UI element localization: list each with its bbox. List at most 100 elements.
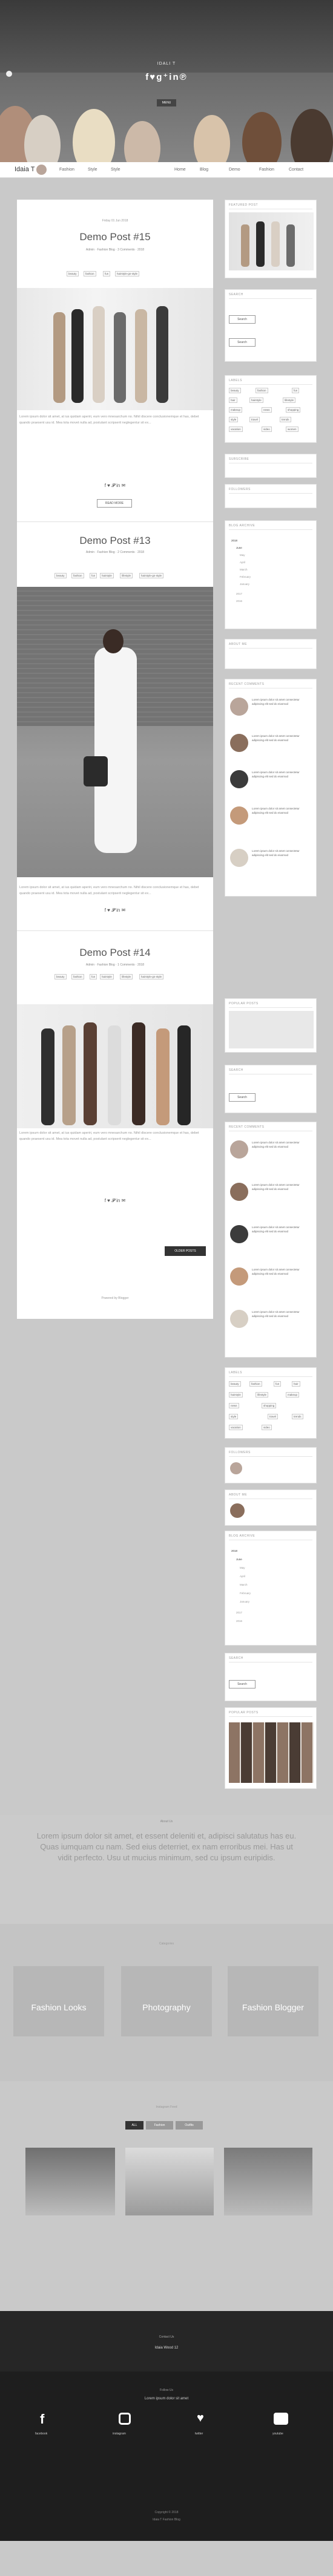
linkedin-icon[interactable]: in xyxy=(169,72,179,82)
label-tag[interactable]: hairstyle-gn-style xyxy=(139,974,164,979)
menu-button[interactable]: MENU xyxy=(157,99,176,106)
label-tag[interactable]: beauty xyxy=(229,388,241,393)
label-tag[interactable]: video xyxy=(262,1425,272,1430)
nav-item[interactable]: Contact xyxy=(289,168,303,172)
label-tag[interactable]: trends xyxy=(280,417,291,422)
category-card[interactable]: Photography xyxy=(121,1966,212,2036)
post-image[interactable] xyxy=(17,1004,213,1128)
read-more-button[interactable]: READ MORE xyxy=(97,499,132,508)
search-button[interactable]: Search xyxy=(229,338,256,347)
archive-item[interactable]: May xyxy=(240,554,245,557)
google-plus-icon[interactable]: g⁺ xyxy=(156,72,169,82)
label-tag[interactable]: news xyxy=(262,407,272,413)
gallery-grid[interactable] xyxy=(229,1722,314,1783)
label-tag[interactable]: fashion xyxy=(249,1381,262,1387)
featured-image[interactable] xyxy=(229,212,314,270)
label-tag[interactable]: fashion xyxy=(71,974,84,979)
label-tag[interactable]: makeup xyxy=(229,407,243,413)
archive-item[interactable]: May xyxy=(240,1566,245,1569)
archive-item[interactable]: February xyxy=(240,575,251,578)
archive-item[interactable]: June xyxy=(236,546,242,549)
label-tag[interactable]: trends xyxy=(292,1414,303,1419)
archive-item[interactable]: April xyxy=(240,561,245,564)
label-tag[interactable]: hairstyle xyxy=(100,573,114,578)
label-tag[interactable]: style xyxy=(229,1414,239,1419)
label-tag[interactable]: shopping xyxy=(262,1403,277,1408)
search-button[interactable]: Search xyxy=(229,1680,256,1688)
label-tag[interactable]: fun xyxy=(90,974,97,979)
nav-item[interactable]: Style xyxy=(88,168,97,172)
archive-item[interactable]: 2016 xyxy=(236,600,242,603)
insta-photo[interactable] xyxy=(125,2148,214,2215)
label-tag[interactable]: hairstyle-gn-style xyxy=(115,271,140,276)
archive-item[interactable]: March xyxy=(240,568,248,571)
post-image[interactable] xyxy=(17,288,213,410)
facebook-icon[interactable]: f xyxy=(40,2411,44,2427)
archive-item[interactable]: 2016 xyxy=(236,1620,242,1623)
search-button[interactable]: Search xyxy=(229,1093,256,1102)
label-tag[interactable]: vacation xyxy=(229,427,243,432)
nav-item[interactable]: Home xyxy=(174,168,186,172)
twitter-icon[interactable]: ♥ xyxy=(197,2411,204,2425)
label-tag[interactable]: beauty xyxy=(229,1381,241,1387)
label-tag[interactable]: fashion xyxy=(256,388,268,393)
label-tag[interactable]: hair xyxy=(292,1381,300,1387)
older-posts-button[interactable]: OLDER POSTS xyxy=(165,1246,206,1256)
label-tag[interactable]: video xyxy=(262,427,272,432)
category-card[interactable]: Fashion Blogger xyxy=(228,1966,318,2036)
label-tag[interactable]: women xyxy=(286,427,298,432)
label-tag[interactable]: hairstyle xyxy=(249,397,263,403)
label-tag[interactable]: travel xyxy=(249,417,260,422)
label-tag[interactable]: beauty xyxy=(54,974,67,979)
label-tag[interactable]: hair xyxy=(229,397,237,403)
post-title[interactable]: Demo Post #15 xyxy=(17,231,213,243)
label-tag[interactable]: beauty xyxy=(54,573,67,578)
twitter-icon[interactable]: ♥ xyxy=(150,72,156,82)
archive-item[interactable]: 2017 xyxy=(236,1611,242,1614)
instagram-icon[interactable] xyxy=(119,2413,131,2425)
label-tag[interactable]: beauty xyxy=(67,271,79,276)
archive-item[interactable]: 2018 xyxy=(231,539,237,542)
category-card[interactable]: Fashion Looks xyxy=(13,1966,104,2036)
label-tag[interactable]: style xyxy=(229,417,239,422)
youtube-icon[interactable] xyxy=(274,2413,288,2425)
nav-item[interactable]: Style xyxy=(111,168,120,172)
label-tag[interactable]: hairstyle-gn-style xyxy=(139,573,164,578)
label-tag[interactable]: lifestyle xyxy=(120,974,133,979)
archive-item[interactable]: 2017 xyxy=(236,592,242,595)
nav-item[interactable]: Fashion xyxy=(259,168,274,172)
label-tag[interactable]: fun xyxy=(90,573,97,578)
label-tag[interactable]: hairstyle xyxy=(229,1392,243,1398)
filter-tab[interactable]: Outfits xyxy=(176,2121,203,2130)
label-tag[interactable]: vacation xyxy=(229,1425,243,1430)
archive-item[interactable]: January xyxy=(240,583,249,586)
nav-item[interactable]: Blog xyxy=(200,168,208,172)
label-tag[interactable]: fun xyxy=(103,271,111,276)
label-tag[interactable]: makeup xyxy=(286,1392,300,1398)
post-title[interactable]: Demo Post #13 xyxy=(17,535,213,547)
label-tag[interactable]: fashion xyxy=(84,271,96,276)
archive-item[interactable]: June xyxy=(236,1558,242,1561)
site-logo[interactable]: Idaia T xyxy=(15,166,35,173)
insta-photo[interactable] xyxy=(224,2148,312,2215)
filter-tab[interactable]: Fashion xyxy=(146,2121,173,2130)
nav-item[interactable]: Demo xyxy=(229,168,240,172)
nav-item[interactable]: Fashion xyxy=(59,168,74,172)
archive-item[interactable]: 2018 xyxy=(231,1549,237,1552)
post-title[interactable]: Demo Post #14 xyxy=(17,947,213,959)
archive-item[interactable]: March xyxy=(240,1583,248,1586)
label-tag[interactable]: shopping xyxy=(286,407,301,413)
label-tag[interactable]: news xyxy=(229,1403,239,1408)
popular-image[interactable] xyxy=(229,1011,314,1048)
pinterest-icon[interactable]: ℗ xyxy=(180,72,188,82)
label-tag[interactable]: fun xyxy=(292,388,300,393)
insta-photo[interactable] xyxy=(25,2148,115,2215)
archive-item[interactable]: February xyxy=(240,1592,251,1595)
label-tag[interactable]: fun xyxy=(274,1381,282,1387)
archive-item[interactable]: January xyxy=(240,1600,249,1603)
post-image[interactable] xyxy=(17,587,213,877)
label-tag[interactable]: lifestyle xyxy=(120,573,133,578)
label-tag[interactable]: lifestyle xyxy=(256,1392,269,1398)
archive-item[interactable]: April xyxy=(240,1575,245,1578)
label-tag[interactable]: travel xyxy=(268,1414,279,1419)
